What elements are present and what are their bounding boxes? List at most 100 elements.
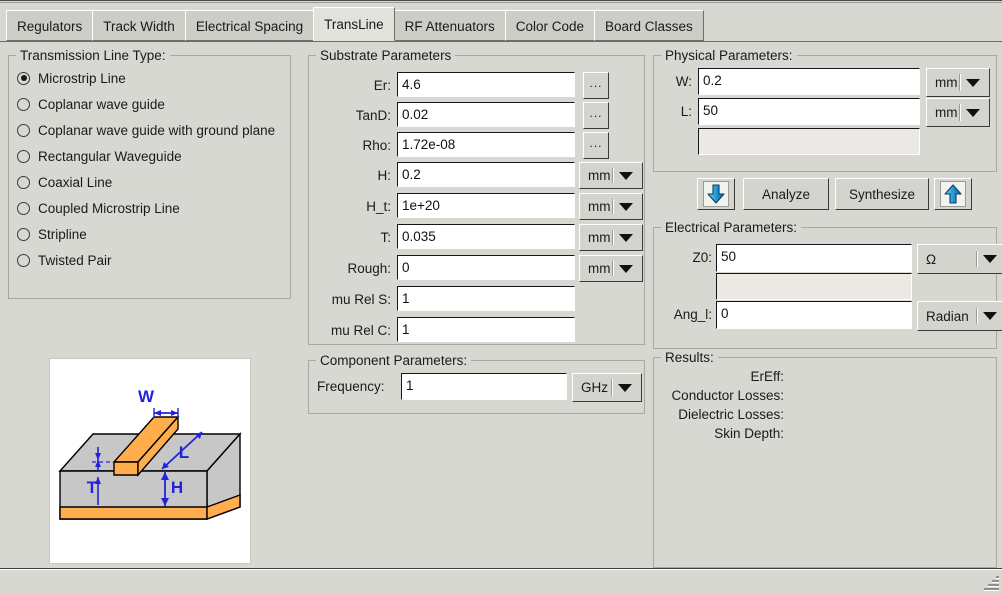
substrate-parameters-legend: Substrate Parameters — [316, 48, 456, 63]
combo-separator — [612, 199, 614, 214]
chevron-down-icon — [619, 233, 633, 242]
tab-track-width[interactable]: Track Width — [92, 10, 186, 41]
combo-t-unit[interactable]: mm — [579, 224, 643, 251]
label-w: W: — [675, 74, 692, 89]
combo-w-unit[interactable]: mm — [926, 68, 990, 97]
button-rho-browse[interactable]: ... — [583, 132, 609, 159]
combo-frequency-unit[interactable]: GHz — [572, 373, 642, 402]
combo-h-unit[interactable]: mm — [579, 162, 643, 189]
combo-separator — [612, 261, 614, 276]
combo-h-unit-value: mm — [588, 168, 611, 183]
label-rough: Rough: — [347, 261, 391, 276]
radio-rectangular-waveguide[interactable]: Rectangular Waveguide — [17, 143, 182, 169]
radio-indicator-icon — [17, 201, 30, 215]
input-mu-rel-c[interactable]: 1 — [397, 317, 575, 342]
combo-rough-unit[interactable]: mm — [579, 255, 643, 282]
results-group: Results: ErEff: Conductor Losses: Dielec… — [653, 350, 997, 568]
input-er[interactable]: 4.6 — [397, 72, 575, 97]
button-tand-browse[interactable]: ... — [583, 102, 609, 129]
radio-coupled-microstrip-line[interactable]: Coupled Microstrip Line — [17, 195, 180, 221]
diagram-label-w: W — [138, 387, 155, 406]
input-t[interactable]: 0.035 — [397, 224, 575, 249]
component-parameters-group: Component Parameters: Frequency: 1 GHz — [308, 353, 645, 414]
button-transfer-down[interactable] — [697, 178, 735, 210]
combo-ht-unit[interactable]: mm — [579, 193, 643, 220]
left-column: Transmission Line Type: Microstrip Line … — [0, 42, 300, 568]
window-top-edge — [0, 0, 1002, 3]
resize-grip[interactable] — [983, 575, 999, 591]
status-bar-separator — [0, 568, 1002, 570]
radio-label: Twisted Pair — [38, 252, 112, 268]
chevron-down-icon — [966, 78, 980, 87]
physical-parameters-group: Physical Parameters: W: 0.2 mm L: 50 mm — [653, 48, 997, 172]
label-skin-depth: Skin Depth: — [714, 426, 784, 441]
input-rough[interactable]: 0 — [397, 255, 575, 280]
input-tand[interactable]: 0.02 — [397, 102, 575, 127]
input-z0[interactable]: 50 — [716, 244, 912, 272]
label-ht: H_t: — [366, 199, 391, 214]
input-w[interactable]: 0.2 — [698, 68, 920, 95]
radio-stripline[interactable]: Stripline — [17, 221, 87, 247]
right-column: Physical Parameters: W: 0.2 mm L: 50 mm — [648, 42, 1002, 568]
tab-electrical-spacing[interactable]: Electrical Spacing — [184, 10, 315, 41]
tab-regulators[interactable]: Regulators — [6, 10, 94, 41]
label-er: Er: — [373, 78, 391, 93]
input-ang-l[interactable]: 0 — [716, 301, 912, 329]
radio-twisted-pair[interactable]: Twisted Pair — [17, 247, 112, 273]
input-mu-rel-s[interactable]: 1 — [397, 286, 575, 311]
radio-indicator-icon — [17, 71, 30, 85]
radio-label: Stripline — [38, 226, 87, 242]
input-ht[interactable]: 1e+20 — [397, 193, 575, 218]
input-rho[interactable]: 1.72e-08 — [397, 132, 575, 157]
tab-transline[interactable]: TransLine — [313, 7, 395, 41]
chevron-down-icon — [983, 255, 997, 263]
diagram-label-t: T — [87, 478, 98, 497]
label-ang-l: Ang_l: — [673, 307, 712, 322]
input-frequency[interactable]: 1 — [401, 373, 567, 400]
combo-l-unit-value: mm — [935, 105, 958, 120]
chevron-down-icon — [983, 312, 997, 320]
combo-z0-unit[interactable]: Ω — [917, 244, 1002, 274]
radio-coaxial-line[interactable]: Coaxial Line — [17, 169, 112, 195]
tab-rf-attenuators[interactable]: RF Attenuators — [393, 10, 506, 41]
combo-ang-l-unit[interactable]: Radian — [917, 301, 1002, 331]
transmission-line-type-group: Transmission Line Type: Microstrip Line … — [8, 48, 291, 299]
combo-separator — [612, 230, 614, 245]
label-mu-rel-s: mu Rel S: — [331, 292, 391, 307]
combo-z0-unit-value: Ω — [926, 251, 937, 267]
chevron-down-icon — [619, 264, 633, 273]
radio-label: Coaxial Line — [38, 174, 113, 190]
status-bar — [0, 571, 1002, 594]
combo-separator — [612, 168, 614, 183]
radio-coplanar-wave-guide-ground-plane[interactable]: Coplanar wave guide with ground plane — [17, 117, 275, 143]
input-l[interactable]: 50 — [698, 98, 920, 125]
combo-w-unit-value: mm — [935, 75, 958, 90]
chevron-down-icon — [618, 383, 632, 392]
combo-separator — [976, 307, 978, 325]
combo-frequency-unit-value: GHz — [581, 380, 608, 395]
combo-separator — [959, 74, 961, 91]
microstrip-line-diagram: W T H L — [49, 358, 251, 564]
substrate-parameters-group: Substrate Parameters Er: 4.6 ... TanD: 0… — [308, 48, 645, 345]
input-h[interactable]: 0.2 — [397, 162, 575, 187]
label-mu-rel-c: mu Rel C: — [330, 323, 391, 338]
button-transfer-up[interactable] — [934, 178, 972, 210]
transline-calculator-window: Regulators Track Width Electrical Spacin… — [0, 0, 1002, 594]
electrical-parameters-group: Electrical Parameters: Z0: 50 Ω Ang_l: 0… — [653, 220, 1002, 349]
radio-label: Coupled Microstrip Line — [38, 200, 180, 216]
radio-label: Microstrip Line — [38, 70, 126, 86]
radio-microstrip-line[interactable]: Microstrip Line — [17, 65, 126, 91]
radio-coplanar-wave-guide[interactable]: Coplanar wave guide — [17, 91, 165, 117]
tab-color-code[interactable]: Color Code — [504, 10, 595, 41]
combo-separator — [976, 250, 978, 268]
button-synthesize[interactable]: Synthesize — [835, 178, 929, 210]
button-er-browse[interactable]: ... — [583, 72, 609, 99]
combo-ht-unit-value: mm — [588, 199, 611, 214]
tab-board-classes[interactable]: Board Classes — [594, 10, 704, 41]
label-dielectric-losses: Dielectric Losses: — [678, 407, 784, 422]
combo-l-unit[interactable]: mm — [926, 98, 990, 127]
middle-column: Substrate Parameters Er: 4.6 ... TanD: 0… — [303, 42, 648, 568]
label-ereff: ErEff: — [750, 369, 784, 384]
radio-indicator-icon — [17, 227, 30, 241]
button-analyze[interactable]: Analyze — [743, 178, 829, 210]
